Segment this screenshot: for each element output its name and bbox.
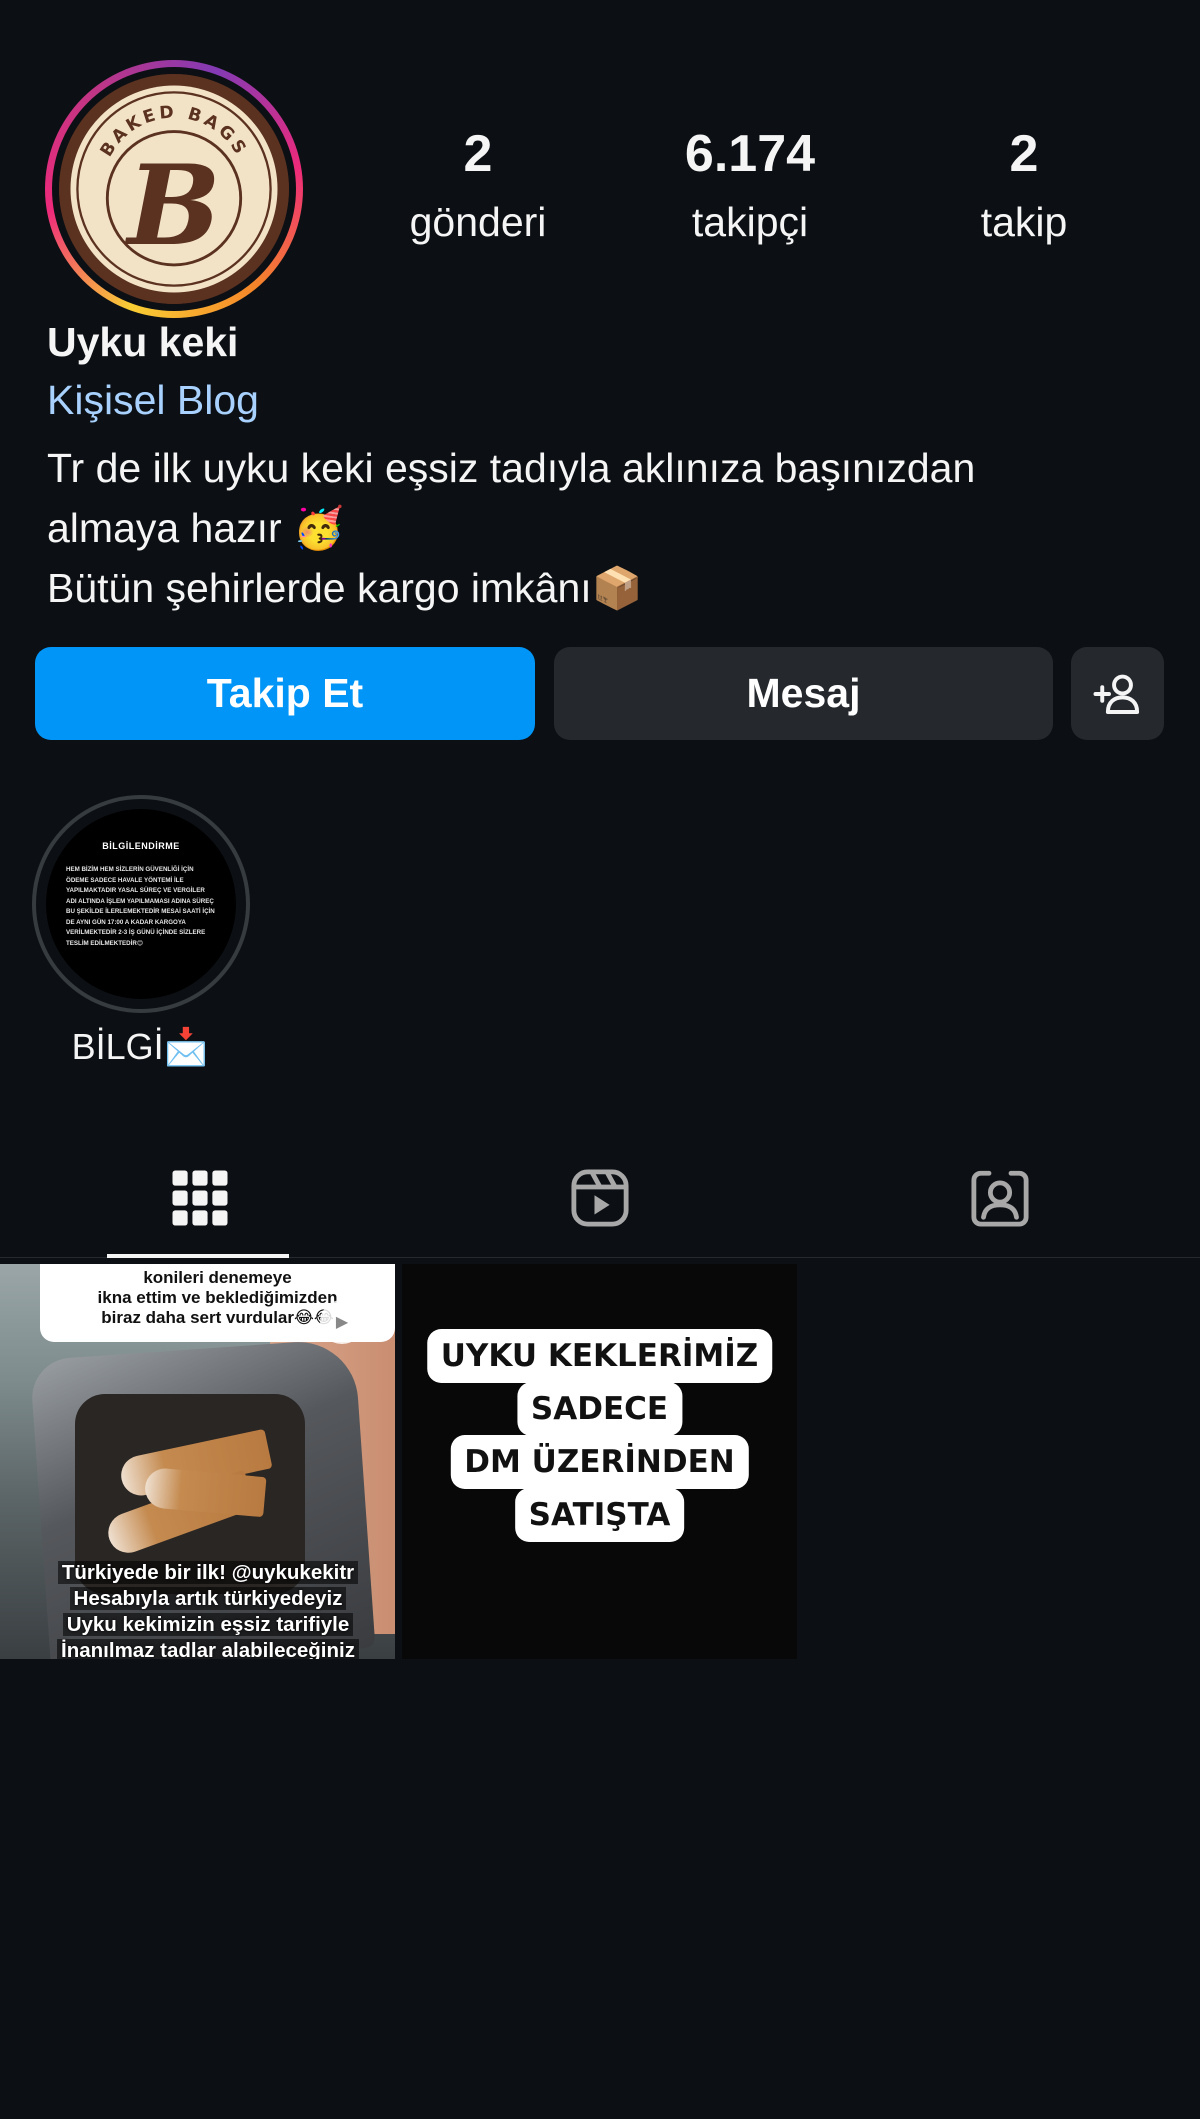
avatar[interactable]: BAKED BAGS B xyxy=(59,74,289,304)
profile-tabs xyxy=(0,1138,1200,1258)
bio-line: Tr de ilk uyku keki eşsiz tadıyla aklını… xyxy=(47,445,976,491)
following-count[interactable]: 2 xyxy=(914,128,1134,180)
profile-category: Kişisel Blog xyxy=(47,377,259,423)
avatar-letter: B xyxy=(124,141,220,271)
bio-line: almaya hazır 🥳 xyxy=(47,505,345,551)
follow-button[interactable]: Takip Et xyxy=(35,647,535,740)
active-tab-indicator xyxy=(107,1254,289,1258)
message-button[interactable]: Mesaj xyxy=(554,647,1053,740)
following-label[interactable]: takip xyxy=(914,202,1134,243)
caption-line: Türkiyede bir ilk! @uykukekitr xyxy=(57,1561,359,1584)
post-caption: Türkiyede bir ilk! @uykukekitr Hesabıyla… xyxy=(48,1560,368,1659)
caption-line: İnanılmaz tadlar alabileceğiniz xyxy=(57,1639,359,1659)
post-text-line: UYKU KEKLERİMİZ xyxy=(426,1329,773,1383)
highlight-label[interactable]: BİLGİ📩 xyxy=(40,1022,240,1072)
post-thumbnail[interactable]: konileri denemeye ikna ettim ve beklediğ… xyxy=(0,1264,395,1659)
story-highlight[interactable]: BİLGİLENDİRME HEM BİZİM HEM SİZLERİN GÜV… xyxy=(32,795,250,1013)
profile-name: Uyku keki xyxy=(47,319,239,365)
stat-followers[interactable]: 6.174 takipçi xyxy=(640,128,860,243)
profile-bio: Tr de ilk uyku keki eşsiz tadıyla aklını… xyxy=(47,438,1147,618)
suggest-people-button[interactable] xyxy=(1071,647,1164,740)
post-text-line: SADECE xyxy=(516,1382,683,1436)
posts-label: gönderi xyxy=(409,199,547,245)
caption-line: Hesabıyla artık türkiyedeyiz xyxy=(69,1587,347,1610)
tab-reels[interactable] xyxy=(400,1138,800,1258)
stat-posts: 2 gönderi xyxy=(368,128,588,243)
tab-posts[interactable] xyxy=(0,1138,400,1258)
stat-following[interactable]: 2 takip xyxy=(914,128,1134,243)
post-top-line: konileri denemeye xyxy=(143,1268,292,1287)
reels-icon xyxy=(571,1169,629,1227)
tagged-icon xyxy=(971,1170,1029,1227)
profile-avatar-ring[interactable]: BAKED BAGS B xyxy=(45,60,303,318)
highlight-cover-text: HEM BİZİM HEM SİZLERİN GÜVENLİĞİ İÇİN ÖD… xyxy=(66,866,215,947)
grid-icon xyxy=(172,1170,228,1226)
followers-label[interactable]: takipçi xyxy=(640,202,860,243)
caption-line: Uyku kekimizin eşsiz tarifiyle xyxy=(62,1613,354,1636)
highlight-cover-title: BİLGİLENDİRME xyxy=(102,841,180,851)
followers-count[interactable]: 6.174 xyxy=(640,128,860,180)
tab-tagged[interactable] xyxy=(800,1138,1200,1258)
post-thumbnail[interactable]: UYKU KEKLERİMİZ SADECE DM ÜZERİNDEN SATI… xyxy=(402,1264,797,1659)
add-person-icon xyxy=(1093,674,1139,714)
highlight-cover: BİLGİLENDİRME HEM BİZİM HEM SİZLERİN GÜV… xyxy=(46,809,236,999)
bio-line: Bütün şehirlerde kargo imkânı📦 xyxy=(47,565,643,611)
post-text-line: DM ÜZERİNDEN xyxy=(450,1435,749,1489)
play-icon: ▶ xyxy=(320,1300,364,1344)
post-text-line: SATIŞTA xyxy=(514,1488,685,1542)
posts-count: 2 xyxy=(463,125,493,183)
baked-bags-logo: BAKED BAGS B xyxy=(59,74,289,304)
